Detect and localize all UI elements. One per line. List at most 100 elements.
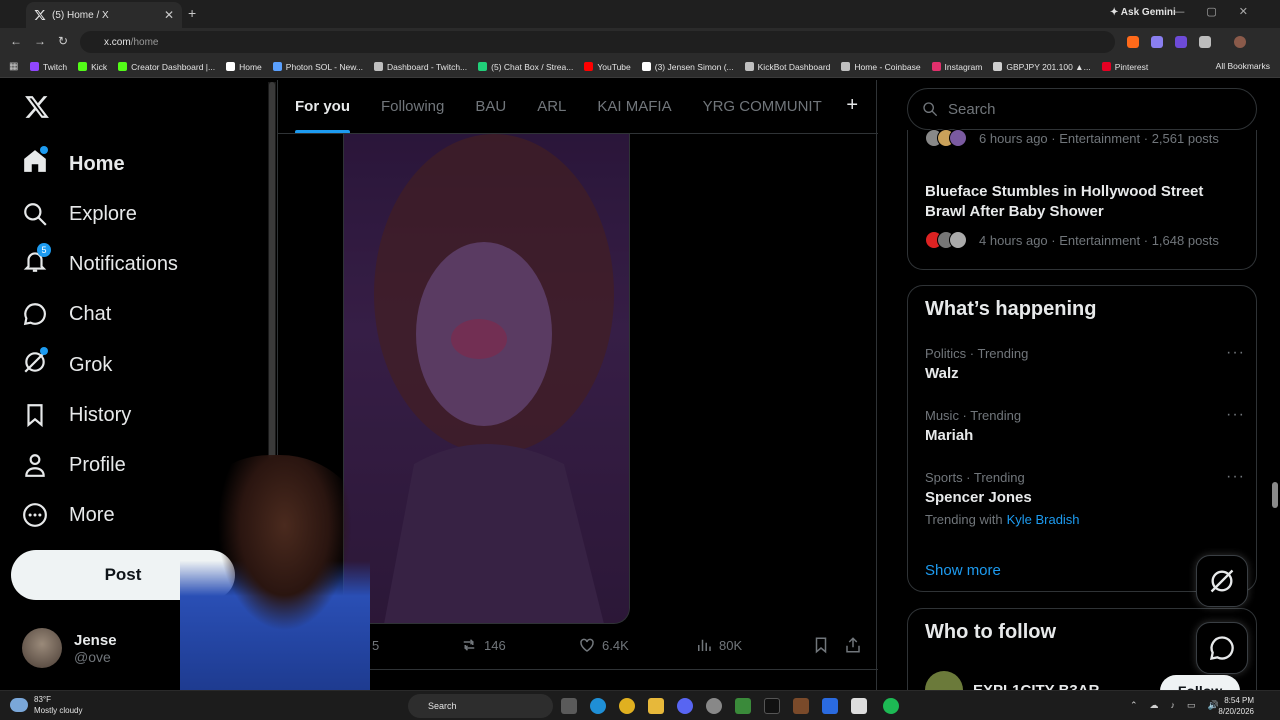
extensions-puzzle-icon[interactable] xyxy=(1199,36,1211,48)
grok-fab-button[interactable] xyxy=(1196,555,1248,607)
profile-avatar-icon[interactable] xyxy=(1234,36,1246,48)
edge-icon[interactable] xyxy=(590,698,606,714)
bookmark-favicon-icon xyxy=(118,62,128,71)
discord-icon[interactable] xyxy=(677,698,693,714)
nav-chat[interactable]: Chat xyxy=(22,299,111,329)
bookmark-item[interactable]: Photon SOL - New... xyxy=(272,62,363,72)
all-bookmarks-button[interactable]: All Bookmarks xyxy=(1216,61,1270,71)
window-controls[interactable]: —▢✕ xyxy=(1173,5,1270,18)
bookmark-item[interactable]: (5) Chat Box / Strea... xyxy=(478,62,573,72)
bookmark-button[interactable] xyxy=(812,636,836,654)
tab-bau[interactable]: BAU xyxy=(475,80,506,133)
search-placeholder: Search xyxy=(948,100,996,118)
scrollbar-thumb[interactable] xyxy=(1272,482,1278,508)
tab-arl[interactable]: ARL xyxy=(537,80,566,133)
back-arrow-icon[interactable]: ← xyxy=(10,34,22,48)
bookmark-item[interactable]: KickBot Dashboard xyxy=(744,62,830,72)
apps-grid-icon[interactable]: ▦ xyxy=(9,61,18,72)
bookmark-favicon-icon xyxy=(78,62,88,71)
tab-for-you[interactable]: For you xyxy=(295,80,350,133)
nav-notifications[interactable]: 5 Notifications xyxy=(22,243,178,279)
extension-icon[interactable] xyxy=(1127,36,1139,48)
chat-bubble-icon xyxy=(23,303,46,326)
bookmark-item[interactable]: Home - Coinbase xyxy=(841,62,921,72)
bookmark-item[interactable]: Creator Dashboard |... xyxy=(118,62,215,72)
account-switcher[interactable]: Jense @ove xyxy=(22,628,117,668)
spotify-icon[interactable] xyxy=(883,698,899,714)
more-options-icon[interactable]: ··· xyxy=(1226,468,1245,486)
app-icon[interactable] xyxy=(706,698,722,714)
add-tab-icon[interactable]: + xyxy=(846,94,858,117)
x-logo-icon[interactable] xyxy=(24,94,50,120)
app-icon[interactable] xyxy=(735,698,751,714)
url-bar[interactable]: x.com/home xyxy=(80,31,1115,53)
new-tab-icon[interactable]: + xyxy=(188,5,196,21)
system-tray[interactable]: ⌃☁♪▭🔊 xyxy=(1130,700,1231,711)
bookmark-item[interactable]: Twitch xyxy=(30,62,67,72)
news-card: 6 hours ago · Entertainment · 2,561 post… xyxy=(907,129,1257,270)
extension-icon[interactable] xyxy=(1151,36,1163,48)
views-button[interactable]: 80K xyxy=(695,636,742,654)
bookmark-item[interactable]: GBPJPY 201.100 ▲... xyxy=(993,62,1091,72)
bookmark-item[interactable]: YouTube xyxy=(584,62,631,72)
app-icon[interactable] xyxy=(793,698,809,714)
ask-gemini-button[interactable]: ✦ Ask Gemini xyxy=(1110,7,1176,18)
like-button[interactable]: 6.4K xyxy=(578,636,629,654)
nav-grok[interactable]: Grok xyxy=(22,347,112,380)
notepad-icon[interactable] xyxy=(851,698,867,714)
grok-icon xyxy=(1210,569,1234,593)
nav-more[interactable]: More xyxy=(22,500,115,530)
bookmarks-bar: ▦ Twitch Kick Creator Dashboard |... Home Pho… xyxy=(0,56,1280,78)
tab-kai-mafia[interactable]: KAI MAFIA xyxy=(597,80,671,133)
chrome-icon[interactable] xyxy=(619,698,635,714)
share-button[interactable] xyxy=(844,636,868,654)
nav-explore[interactable]: Explore xyxy=(22,199,137,229)
close-tab-icon[interactable]: ✕ xyxy=(164,8,174,22)
bookmark-item[interactable]: Kick xyxy=(78,62,107,72)
page-scrollbar[interactable] xyxy=(1270,80,1280,690)
store-icon[interactable] xyxy=(822,698,838,714)
story-meta-text: 4 hours ago · Entertainment · 1,648 post… xyxy=(979,232,1219,248)
more-options-icon[interactable]: ··· xyxy=(1226,406,1245,424)
weather-widget[interactable]: 83°F Mostly cloudy xyxy=(10,694,82,716)
trend-item[interactable]: Music · Trending Mariah ··· xyxy=(925,406,1245,444)
file-explorer-icon[interactable] xyxy=(648,698,664,714)
nav-profile[interactable]: Profile xyxy=(22,450,126,480)
trend-item[interactable]: Politics · Trending Walz ··· xyxy=(925,344,1245,382)
more-options-icon[interactable]: ··· xyxy=(1226,344,1245,362)
post-media-image[interactable] xyxy=(343,134,630,624)
trend-item[interactable]: Sports · Trending Spencer Jones Trending… xyxy=(925,468,1245,527)
browser-tab[interactable]: (5) Home / X ✕ xyxy=(26,2,182,28)
nav-more-label: More xyxy=(69,503,115,526)
bookmark-favicon-icon xyxy=(993,62,1003,71)
bookmark-item[interactable]: Home xyxy=(226,62,262,72)
bookmark-item[interactable]: Pinterest xyxy=(1101,62,1148,72)
bookmark-favicon-icon xyxy=(30,62,39,71)
tab-following[interactable]: Following xyxy=(381,80,444,133)
nav-home[interactable]: Home xyxy=(22,146,125,179)
more-circle-icon xyxy=(23,503,47,527)
messages-fab-button[interactable] xyxy=(1196,622,1248,674)
bookmark-item[interactable]: (3) Jensen Simon (... xyxy=(641,62,734,72)
forward-arrow-icon[interactable]: → xyxy=(34,34,46,48)
task-view-icon[interactable] xyxy=(561,698,577,714)
trending-with-link[interactable]: Kyle Bradish xyxy=(1007,512,1080,527)
tab-yrg-community[interactable]: YRG COMMUNIT xyxy=(703,80,822,133)
reload-icon[interactable]: ↻ xyxy=(58,34,68,48)
nav-history-label: History xyxy=(69,403,132,426)
news-story-meta[interactable]: 6 hours ago · Entertainment · 2,561 post… xyxy=(925,129,1219,147)
taskbar-search[interactable]: Search xyxy=(408,694,553,718)
trend-name: Spencer Jones xyxy=(925,489,1032,506)
repost-icon xyxy=(463,639,475,651)
nav-history[interactable]: History xyxy=(22,400,131,430)
repost-button[interactable]: 146 xyxy=(460,636,506,654)
bookmark-item[interactable]: Instagram xyxy=(931,62,982,72)
tiktok-icon[interactable] xyxy=(764,698,780,714)
search-input[interactable]: Search xyxy=(907,88,1257,130)
show-more-link[interactable]: Show more xyxy=(925,562,1001,579)
bookmark-item[interactable]: Dashboard - Twitch... xyxy=(373,62,467,72)
clock[interactable]: 8:54 PM 8/20/2026 xyxy=(1218,695,1254,717)
extension-icon[interactable] xyxy=(1175,36,1187,48)
news-headline[interactable]: Blueface Stumbles in Hollywood Street Br… xyxy=(925,182,1225,222)
bookmark-favicon-icon xyxy=(272,62,282,71)
